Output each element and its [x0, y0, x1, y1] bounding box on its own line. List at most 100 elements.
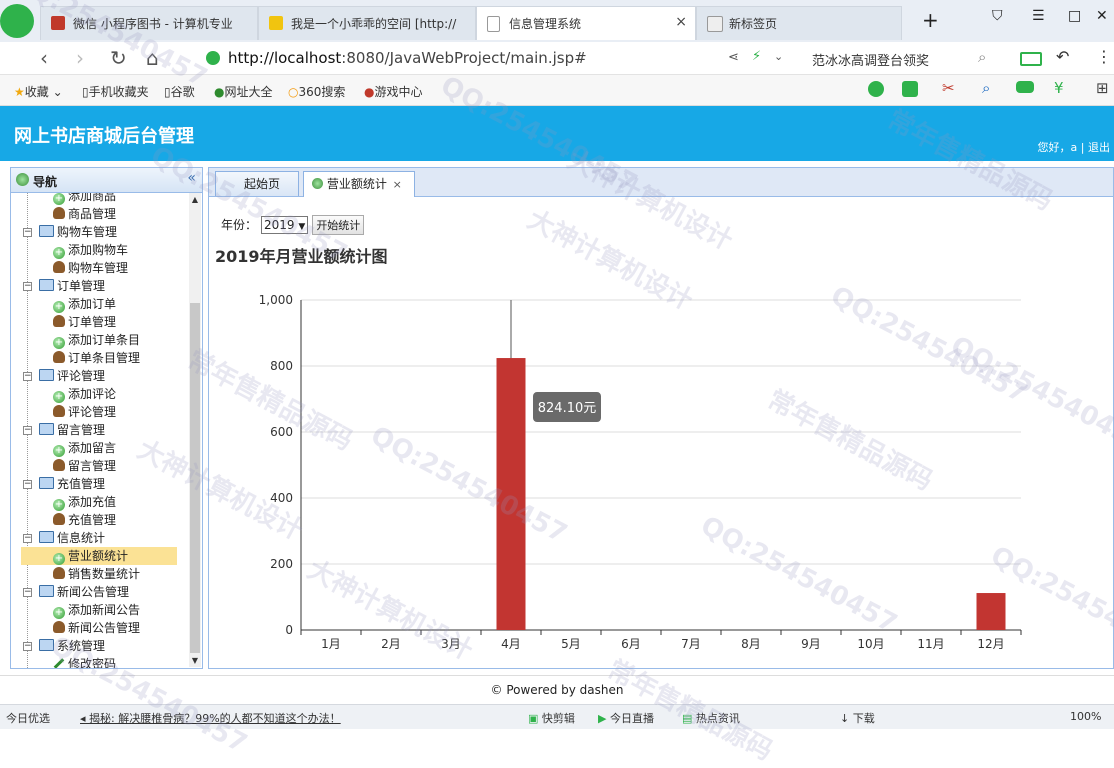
nav-item[interactable]: + 添加留言: [21, 439, 116, 457]
nav-item[interactable]: + 添加订单: [21, 295, 116, 313]
nav-item-label: 购物车管理: [68, 261, 129, 275]
menu-icon[interactable]: ☰: [1032, 8, 1045, 24]
home-icon[interactable]: ⌂: [146, 46, 159, 70]
status-item-news[interactable]: ▤ 热点资讯: [682, 710, 740, 726]
refresh-icon[interactable]: ↻: [110, 46, 127, 70]
pencil-icon: [53, 658, 65, 668]
nav-scrollbar[interactable]: ▲ ▼: [189, 193, 201, 667]
status-zoom[interactable]: 100%: [1070, 710, 1101, 723]
monitor-icon: [39, 585, 54, 597]
user-icon: [53, 567, 65, 579]
nav-item[interactable]: − 评论管理: [11, 367, 105, 385]
nav-item[interactable]: 商品管理: [21, 205, 116, 223]
y-tick-label: 1,000: [259, 293, 293, 307]
nav-item[interactable]: + 添加商品: [21, 193, 116, 205]
x-tick-label: 7月: [681, 637, 701, 651]
ext-translate-icon[interactable]: [902, 81, 918, 97]
bookmark-games[interactable]: ●游戏中心: [364, 83, 423, 100]
tab-revenue-stats[interactable]: 营业额统计 ×: [303, 171, 415, 197]
nav-item[interactable]: 修改密码: [21, 655, 116, 668]
undo-icon[interactable]: ↶: [1056, 47, 1069, 66]
status-news-link[interactable]: ◂ 揭秘: 解决腰椎骨病？99%的人都不知道这个办法！: [80, 710, 341, 726]
collapse-toggle-icon[interactable]: −: [23, 426, 32, 435]
nav-item[interactable]: 留言管理: [21, 457, 116, 475]
nav-item[interactable]: 订单管理: [21, 313, 116, 331]
back-icon[interactable]: ‹: [40, 46, 48, 70]
nav-item[interactable]: 订单条目管理: [21, 349, 140, 367]
nav-item[interactable]: − 信息统计: [11, 529, 105, 547]
search-icon[interactable]: ⌕: [978, 48, 986, 66]
ext-search-icon[interactable]: ⌕: [982, 79, 990, 97]
yen-icon[interactable]: ¥: [1054, 79, 1064, 97]
bookmark-google[interactable]: ▯谷歌: [164, 83, 195, 100]
close-icon[interactable]: ×: [675, 14, 687, 30]
status-daily-picks[interactable]: 今日优选: [6, 710, 50, 726]
browser-tab-2[interactable]: 我是一个小乖乖的空间 [http://: [258, 6, 476, 40]
apps-icon[interactable]: ⊞: [1096, 79, 1109, 97]
collapse-toggle-icon[interactable]: −: [23, 282, 32, 291]
ext-wechat-icon[interactable]: [868, 81, 884, 97]
status-item-clip[interactable]: ▣ 快剪辑: [528, 710, 575, 726]
collapse-toggle-icon[interactable]: −: [23, 588, 32, 597]
browser-tab-4[interactable]: 新标签页: [696, 6, 902, 40]
nav-item[interactable]: − 新闻公告管理: [11, 583, 129, 601]
nav-item[interactable]: − 充值管理: [11, 475, 105, 493]
new-tab-icon[interactable]: +: [922, 8, 939, 32]
nav-item[interactable]: + 添加购物车: [21, 241, 128, 259]
close-tab-icon[interactable]: ×: [393, 178, 402, 191]
collapse-toggle-icon[interactable]: −: [23, 534, 32, 543]
chevron-down-icon[interactable]: ⌄: [774, 50, 783, 63]
start-stats-button[interactable]: 开始统计: [312, 215, 365, 235]
nav-item-label: 订单管理: [57, 279, 106, 293]
share-icon[interactable]: ⋖: [728, 50, 739, 65]
close-window-icon[interactable]: ✕: [1096, 8, 1108, 24]
scissors-icon[interactable]: ✂: [942, 79, 955, 97]
browser-tab-1[interactable]: 微信 小程序图书 - 计算机专业: [40, 6, 258, 40]
scroll-up-icon[interactable]: ▲: [189, 195, 201, 204]
bookmark-favorites[interactable]: ★收藏 ⌄: [14, 83, 63, 100]
nav-item[interactable]: + 添加充值: [21, 493, 116, 511]
add-icon: +: [53, 193, 65, 205]
tab-start[interactable]: 起始页: [215, 171, 299, 196]
collapse-toggle-icon[interactable]: −: [23, 642, 32, 651]
nav-item[interactable]: 评论管理: [21, 403, 116, 421]
nav-item[interactable]: − 留言管理: [11, 421, 105, 439]
maximize-icon[interactable]: □: [1068, 8, 1081, 24]
monitor-icon: [39, 225, 54, 237]
nav-scroll-thumb[interactable]: [190, 303, 200, 653]
nav-item[interactable]: + 添加订单条目: [21, 331, 140, 349]
shirt-icon[interactable]: ⛉: [992, 8, 1003, 24]
nav-item[interactable]: 购物车管理: [21, 259, 128, 277]
year-select[interactable]: 2019 ▼: [261, 216, 309, 234]
nav-item-label: 充值管理: [57, 477, 106, 491]
user-greeting[interactable]: 您好，a | 退出: [1038, 139, 1110, 155]
nav-item[interactable]: 新闻公告管理: [21, 619, 140, 637]
nav-item[interactable]: + 添加评论: [21, 385, 116, 403]
nav-item[interactable]: − 系统管理: [11, 637, 105, 655]
nav-item-label: 新闻公告管理: [68, 621, 141, 635]
collapse-toggle-icon[interactable]: −: [23, 372, 32, 381]
collapse-icon[interactable]: «: [187, 170, 196, 186]
lightning-icon[interactable]: ⚡: [752, 49, 761, 64]
nav-item[interactable]: − 订单管理: [11, 277, 105, 295]
bookmark-sites[interactable]: ●网址大全: [214, 83, 273, 100]
forward-icon[interactable]: ›: [76, 46, 84, 70]
bookmark-mobile[interactable]: ▯手机收藏夹: [82, 83, 149, 100]
status-item-live[interactable]: ▶ 今日直播: [598, 710, 654, 726]
nav-item[interactable]: + 添加新闻公告: [21, 601, 140, 619]
collapse-toggle-icon[interactable]: −: [23, 480, 32, 489]
browser-tab-3[interactable]: 信息管理系统 ×: [476, 6, 696, 40]
nav-item[interactable]: 销售数量统计: [21, 565, 140, 583]
more-icon[interactable]: ⋮: [1096, 47, 1112, 66]
search-input[interactable]: 范冰冰高调登台领奖: [812, 50, 929, 69]
scroll-down-icon[interactable]: ▼: [189, 656, 201, 665]
nav-item[interactable]: 充值管理: [21, 511, 116, 529]
url-input[interactable]: http://localhost:8080/JavaWebProject/mai…: [228, 49, 587, 67]
gamepad-icon[interactable]: [1016, 81, 1034, 93]
bookmark-360[interactable]: ○360搜索: [288, 83, 345, 100]
nav-item[interactable]: + 营业额统计: [21, 547, 177, 565]
status-item-download[interactable]: ↓ 下载: [840, 710, 875, 726]
nav-item[interactable]: − 购物车管理: [11, 223, 117, 241]
monitor-icon: [39, 423, 54, 435]
collapse-toggle-icon[interactable]: −: [23, 228, 32, 237]
